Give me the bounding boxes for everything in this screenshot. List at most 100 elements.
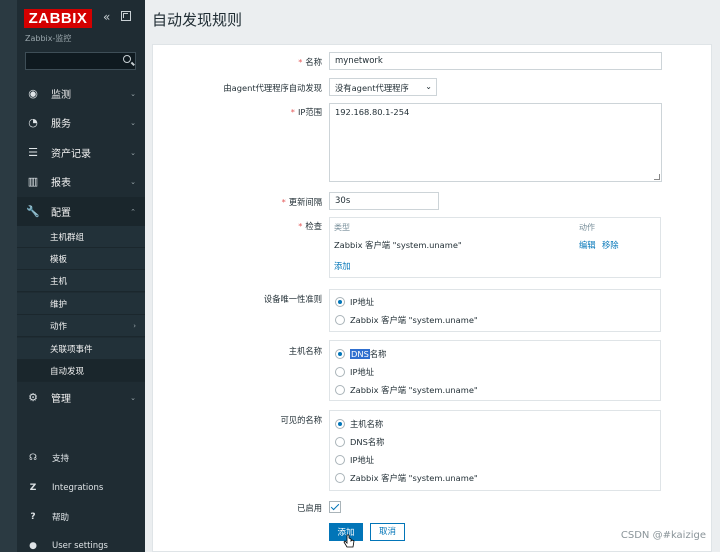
sub-item-label: 动作 [50, 321, 68, 332]
hostname-option-agent[interactable]: Zabbix 客户端 "system.uname" [335, 384, 478, 396]
chevron-down-icon: ⌄ [130, 118, 136, 127]
checks-col-action: 动作 [579, 223, 595, 232]
kiosk-mode-icon[interactable] [121, 11, 131, 21]
watermark: CSDN @#kaizige [620, 530, 706, 541]
sidebar-strip [0, 0, 17, 552]
radio-button[interactable] [335, 297, 345, 307]
sub-item-host-groups[interactable]: 主机群组 [17, 226, 145, 248]
hand-cursor-icon [343, 534, 355, 548]
radio-button[interactable] [335, 419, 345, 429]
menu-label: Integrations [52, 483, 104, 493]
uniqueness-radio-group: IP地址 Zabbix 客户端 "system.uname" [329, 289, 661, 332]
menu-item-support[interactable]: ☊ 支持 [17, 444, 145, 472]
hostname-radio-group: DNS 名称 IP地址 Zabbix 客户端 "system.uname" [329, 340, 661, 401]
enabled-label: 已启用 [297, 503, 322, 513]
chevron-right-icon: › [133, 321, 136, 330]
wrench-icon: 🔧 [26, 205, 40, 218]
page-title: 自动发现规则 [152, 11, 243, 29]
checks-label: * 检查 [298, 221, 322, 231]
name-label: * 名称 [298, 57, 322, 67]
radio-button[interactable] [335, 473, 345, 483]
radio-button[interactable] [335, 367, 345, 377]
ip-range-value: 192.168.80.1-254 [335, 107, 410, 117]
chevron-down-icon: ⌄ [130, 148, 136, 157]
radio-button[interactable] [335, 437, 345, 447]
proxy-select[interactable]: 没有agent代理程序 ⌄ [329, 78, 437, 96]
checks-col-type: 类型 [334, 223, 350, 232]
sidebar: ZABBIX « Zabbix-监控 ◉ 监测 ⌄ ◔ 服务 ⌄ ☰ 资产记录 … [0, 0, 145, 552]
ip-range-textarea[interactable]: 192.168.80.1-254 [329, 103, 662, 182]
ip-range-label: * IP范围 [290, 107, 322, 117]
uniqueness-option-agent[interactable]: Zabbix 客户端 "system.uname" [335, 314, 478, 326]
proxy-select-value: 没有agent代理程序 [335, 83, 409, 93]
menu-item-monitoring[interactable]: ◉ 监测 ⌄ [17, 79, 145, 108]
chevron-down-icon: ⌄ [425, 82, 432, 91]
sub-item-hosts[interactable]: 主机 [17, 270, 145, 292]
visible-option-dns[interactable]: DNS名称 [335, 436, 384, 448]
sub-item-actions[interactable]: 动作 › [17, 315, 145, 337]
list-icon: ☰ [28, 146, 38, 159]
menu-item-reports[interactable]: ▥ 报表 ⌄ [17, 167, 145, 196]
enabled-checkbox[interactable] [329, 501, 341, 513]
check-add-link[interactable]: 添加 [334, 260, 351, 272]
update-interval-label: * 更新间隔 [281, 197, 322, 207]
menu-item-inventory[interactable]: ☰ 资产记录 ⌄ [17, 138, 145, 167]
zabbix-z-icon: Z [29, 483, 37, 493]
menu-item-configuration[interactable]: 🔧 配置 ⌃ [17, 197, 145, 226]
hostname-label: 主机名称 [288, 346, 322, 356]
proxy-label: 由agent代理程序自动发现 [223, 83, 322, 93]
menu-label: 资产记录 [51, 149, 91, 160]
chevron-down-icon: ⌄ [130, 393, 136, 402]
search-icon[interactable] [123, 55, 131, 63]
eye-icon: ◉ [28, 87, 38, 100]
sub-item-templates[interactable]: 模板 [17, 248, 145, 270]
radio-button[interactable] [335, 385, 345, 395]
uniqueness-option-ip[interactable]: IP地址 [335, 296, 374, 308]
menu-label: User settings [52, 541, 108, 551]
radio-button[interactable] [335, 349, 345, 359]
sub-item-discovery[interactable]: 自动发现 [17, 360, 145, 382]
visible-option-ip[interactable]: IP地址 [335, 454, 374, 466]
hostname-option-ip[interactable]: IP地址 [335, 366, 374, 378]
name-input[interactable]: mynetwork [329, 52, 662, 70]
chevron-up-icon: ⌃ [130, 207, 136, 216]
check-remove-link[interactable]: 移除 [602, 239, 619, 251]
chevron-down-icon: ⌄ [130, 177, 136, 186]
clock-icon: ◔ [28, 116, 38, 129]
menu-label: 支持 [52, 454, 70, 464]
headset-icon: ☊ [29, 453, 37, 463]
radio-button[interactable] [335, 455, 345, 465]
menu-label: 监测 [51, 90, 71, 101]
collapse-sidebar-icon[interactable]: « [103, 10, 110, 24]
sidebar-search-input[interactable] [25, 52, 136, 70]
visible-name-radio-group: 主机名称 DNS名称 IP地址 Zabbix 客户端 "system.uname… [329, 410, 661, 491]
menu-label: 报表 [51, 178, 71, 189]
update-interval-input[interactable]: 30s [329, 192, 439, 210]
uniqueness-label: 设备唯一性准则 [263, 294, 322, 304]
checks-row-type: Zabbix 客户端 "system.uname" [334, 240, 462, 250]
server-name: Zabbix-监控 [25, 34, 72, 43]
user-icon: ● [29, 541, 37, 551]
visible-name-label: 可见的名称 [280, 415, 323, 425]
sub-item-maintenance[interactable]: 维护 [17, 293, 145, 315]
menu-item-administration[interactable]: ⚙ 管理 ⌄ [17, 383, 145, 412]
resize-grip[interactable] [654, 174, 660, 180]
menu-label: 配置 [51, 208, 71, 219]
sub-item-event-correlation[interactable]: 关联项事件 [17, 338, 145, 360]
cancel-button[interactable]: 取消 [370, 523, 405, 541]
menu-label: 服务 [51, 119, 71, 130]
menu-label: 帮助 [52, 513, 70, 523]
visible-option-agent[interactable]: Zabbix 客户端 "system.uname" [335, 472, 478, 484]
menu-item-services[interactable]: ◔ 服务 ⌄ [17, 108, 145, 137]
menu-item-integrations[interactable]: Z Integrations [17, 474, 145, 502]
menu-item-help[interactable]: ? 帮助 [17, 503, 145, 531]
hostname-option-dns[interactable]: DNS 名称 [335, 348, 386, 360]
zabbix-logo[interactable]: ZABBIX [24, 9, 92, 28]
menu-item-user-settings[interactable]: ● User settings [17, 532, 145, 552]
radio-button[interactable] [335, 315, 345, 325]
check-edit-link[interactable]: 编辑 [579, 239, 596, 251]
page-header: 自动发现规则 [145, 0, 720, 36]
chevron-down-icon: ⌄ [130, 89, 136, 98]
visible-option-hostname[interactable]: 主机名称 [335, 418, 383, 430]
checks-table: 类型 动作 Zabbix 客户端 "system.uname" 编辑 移除 添加 [329, 217, 661, 278]
